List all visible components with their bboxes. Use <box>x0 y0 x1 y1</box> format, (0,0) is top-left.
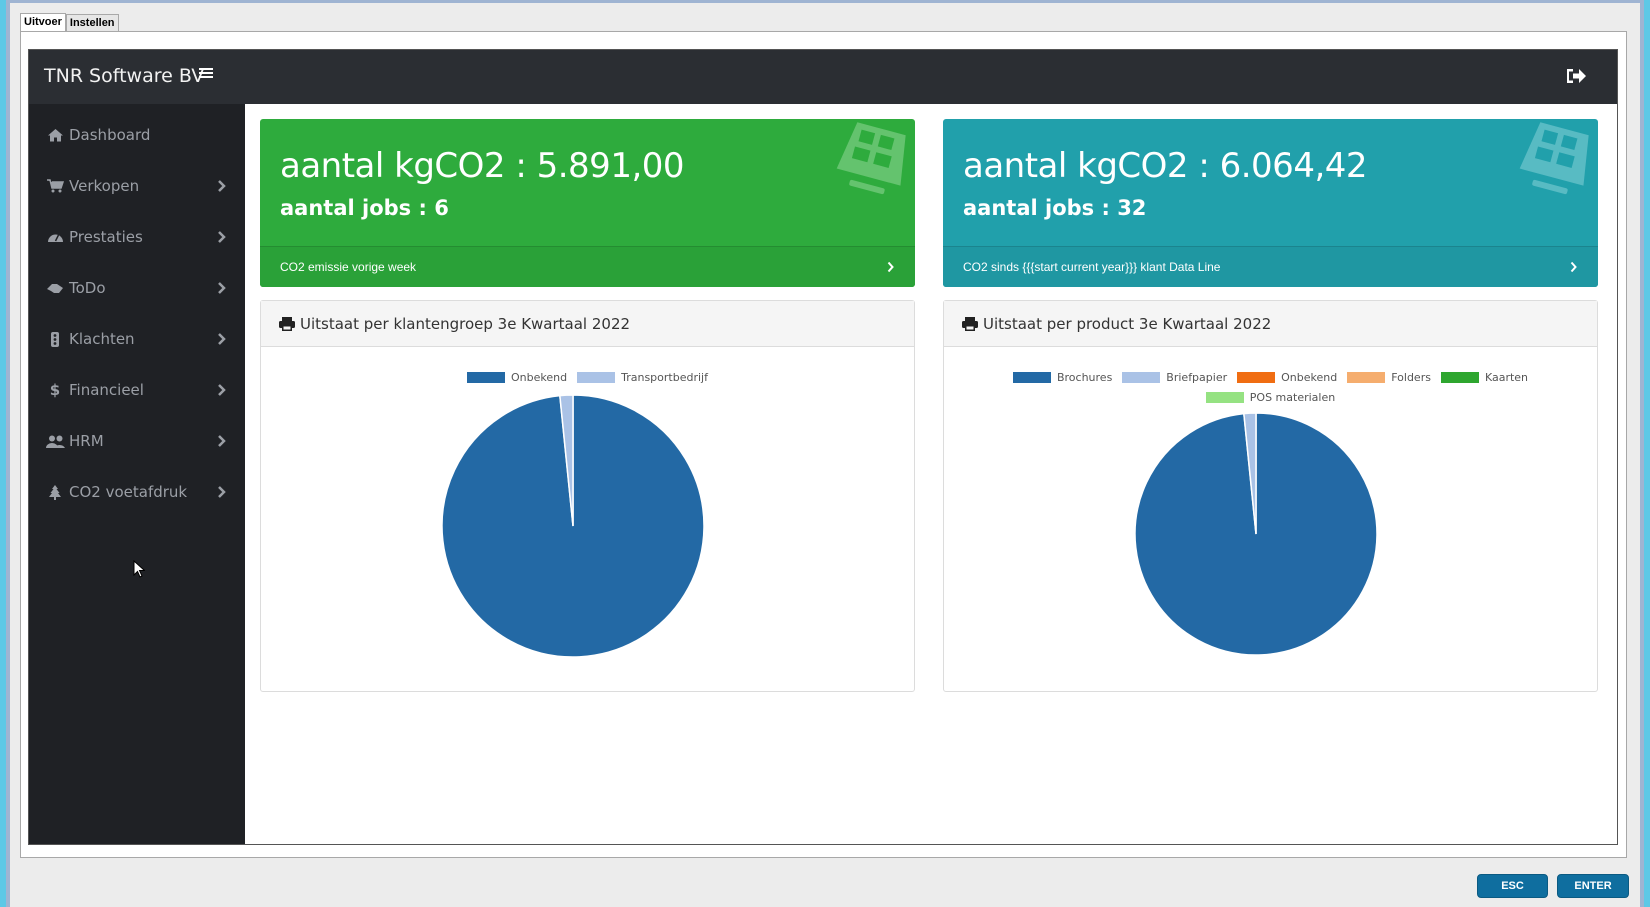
top-navbar: TNR Software BV <box>29 50 1617 104</box>
pie-chart <box>1134 412 1378 656</box>
jobs-count: aantal jobs : 6 <box>280 196 449 220</box>
sidebar-item-financieel[interactable]: $ Financieel <box>29 370 245 410</box>
dollar-icon: $ <box>49 381 61 399</box>
sidebar-item-hrm[interactable]: HRM <box>29 421 245 461</box>
dashboard-gauge-icon <box>45 229 65 245</box>
co2-card-since-year-start: aantal kgCO2 : 6.064,42 aantal jobs : 32… <box>943 119 1598 287</box>
sidebar-item-klachten[interactable]: Klachten <box>29 319 245 359</box>
tab-instellen[interactable]: Instellen <box>65 14 119 31</box>
chevron-right-icon <box>218 282 226 294</box>
sidebar-item-label: Verkopen <box>69 177 140 195</box>
chevron-right-icon <box>887 261 894 273</box>
mouse-cursor-icon <box>133 560 145 578</box>
chevron-right-icon <box>218 231 226 243</box>
main-content: aantal kgCO2 : 5.891,00 aantal jobs : 6 … <box>245 104 1617 844</box>
brand-title[interactable]: TNR Software BV <box>44 65 204 87</box>
dashboard-app: TNR Software BV Dashboard Verkopen Prest… <box>28 49 1618 845</box>
tree-icon <box>45 484 65 500</box>
esc-button[interactable]: ESC <box>1477 874 1548 898</box>
chevron-right-icon <box>218 435 226 447</box>
tab-uitvoer[interactable]: Uitvoer <box>20 13 66 32</box>
pie-chart <box>441 394 705 658</box>
enter-button[interactable]: ENTER <box>1557 874 1629 898</box>
bars-icon[interactable] <box>199 66 213 80</box>
chevron-right-icon <box>218 384 226 396</box>
sidebar-item-co2-voetafdruk[interactable]: CO2 voetafdruk <box>29 472 245 512</box>
window-border-left <box>0 0 10 907</box>
home-icon <box>45 127 65 143</box>
sidebar-item-label: ToDo <box>69 279 106 297</box>
co2-card-last-week: aantal kgCO2 : 5.891,00 aantal jobs : 6 … <box>260 119 915 287</box>
sidebar-item-label: Prestaties <box>69 228 143 246</box>
sidebar-item-label: CO2 voetafdruk <box>69 483 188 501</box>
kgco2-value: aantal kgCO2 : 6.064,42 <box>963 146 1368 186</box>
sidebar-item-prestaties[interactable]: Prestaties <box>29 217 245 257</box>
card-footer-label: CO2 sinds {{{start current year}}} klant… <box>963 260 1221 274</box>
jobs-count: aantal jobs : 32 <box>963 196 1147 220</box>
handshake-icon <box>45 280 65 296</box>
panel-klantengroep: Uitstaat per klantengroep 3e Kwartaal 20… <box>260 300 915 692</box>
chevron-right-icon <box>218 333 226 345</box>
sidebar-item-todo[interactable]: ToDo <box>29 268 245 308</box>
sign-out-icon[interactable] <box>1565 66 1587 86</box>
window-tabs: Uitvoer Instellen <box>20 13 119 32</box>
card-footer-label: CO2 emissie vorige week <box>280 260 417 274</box>
sidebar-item-label: Financieel <box>69 381 144 399</box>
solar-panel-icon <box>836 122 906 195</box>
sidebar-item-label: HRM <box>69 432 104 450</box>
card-footer-link[interactable]: CO2 sinds {{{start current year}}} klant… <box>943 246 1598 287</box>
solar-panel-icon <box>1519 122 1589 195</box>
sidebar-item-verkopen[interactable]: Verkopen <box>29 166 245 206</box>
sidebar: Dashboard Verkopen Prestaties ToDo Klach… <box>29 104 245 844</box>
traffic-light-icon <box>45 331 65 347</box>
chevron-right-icon <box>218 180 226 192</box>
sidebar-item-label: Klachten <box>69 330 135 348</box>
window-border-right <box>1640 0 1650 907</box>
window-border-top <box>0 0 1650 3</box>
users-icon <box>45 433 65 449</box>
sidebar-item-dashboard[interactable]: Dashboard <box>29 115 245 155</box>
card-footer-link[interactable]: CO2 emissie vorige week <box>260 246 915 287</box>
chevron-right-icon <box>218 486 226 498</box>
panel-product: Uitstaat per product 3e Kwartaal 2022 Br… <box>943 300 1598 692</box>
sidebar-item-label: Dashboard <box>69 126 151 144</box>
kgco2-value: aantal kgCO2 : 5.891,00 <box>280 146 685 186</box>
chevron-right-icon <box>1570 261 1577 273</box>
shopping-cart-icon <box>45 178 65 194</box>
